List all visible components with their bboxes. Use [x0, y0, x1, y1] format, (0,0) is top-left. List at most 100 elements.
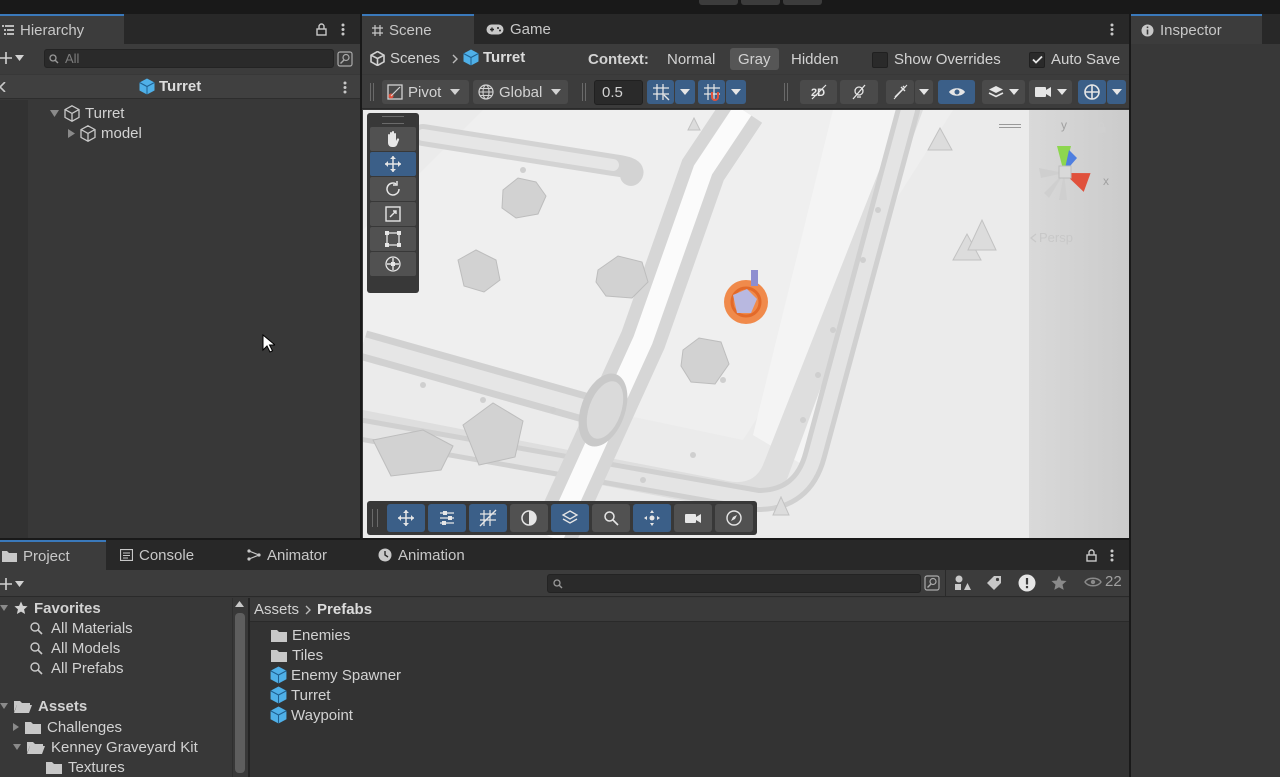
- hierarchy-search-field[interactable]: All: [44, 49, 334, 68]
- file-item-folder[interactable]: Enemies: [271, 625, 350, 645]
- overlay-shading-button[interactable]: [509, 504, 548, 532]
- filter-by-type-icon[interactable]: [954, 575, 971, 591]
- context-gray-button[interactable]: Gray: [730, 48, 779, 70]
- grid-snap-value-field[interactable]: 0.5: [594, 80, 643, 105]
- rect-tool-button[interactable]: [370, 227, 416, 251]
- pivot-dropdown[interactable]: Pivot: [382, 80, 469, 104]
- search-options-icon[interactable]: [924, 575, 940, 591]
- lock-icon[interactable]: [316, 23, 327, 36]
- tab-animator[interactable]: Animator: [237, 540, 337, 570]
- header-kebab-icon[interactable]: [343, 81, 347, 94]
- favorites-header[interactable]: Favorites: [0, 598, 101, 618]
- lock-icon[interactable]: [1086, 549, 1097, 562]
- scale-tool-button[interactable]: [370, 202, 416, 226]
- scene-viewport[interactable]: y x Persp: [363, 110, 1129, 538]
- step-button[interactable]: [783, 0, 822, 5]
- tree-item-model[interactable]: model: [68, 123, 142, 143]
- rotate-tool-button[interactable]: [370, 177, 416, 201]
- breadcrumb-turret[interactable]: Turret: [463, 49, 525, 66]
- gizmo-lock-icon[interactable]: [1097, 122, 1106, 133]
- breadcrumb-scenes[interactable]: Scenes: [370, 50, 440, 67]
- overlay-camera-button[interactable]: [673, 504, 712, 532]
- search-options-icon[interactable]: [337, 51, 353, 67]
- collapsed-arrow-icon[interactable]: [68, 128, 75, 138]
- grid-visibility-dropdown[interactable]: [675, 80, 695, 104]
- toggle-lighting-button[interactable]: [840, 80, 878, 104]
- toggle-audio-button[interactable]: [886, 80, 914, 104]
- overlay-compass-button[interactable]: [714, 504, 753, 532]
- folder-item-textures[interactable]: Textures: [46, 757, 125, 777]
- expanded-arrow-icon[interactable]: [0, 703, 8, 709]
- scene-visibility-button[interactable]: [938, 80, 975, 104]
- effects-dropdown[interactable]: [915, 80, 933, 104]
- show-overrides-checkbox[interactable]: [872, 51, 888, 68]
- project-search-field[interactable]: [547, 574, 921, 593]
- overlay-move-button[interactable]: [386, 504, 425, 532]
- favorite-item[interactable]: All Materials: [30, 618, 133, 638]
- tab-project[interactable]: Project: [0, 540, 106, 570]
- toolbar-grip[interactable]: [370, 83, 374, 101]
- persp-toggle[interactable]: Persp: [1029, 230, 1073, 245]
- tab-animation[interactable]: Animation: [368, 540, 475, 570]
- tab-hierarchy[interactable]: Hierarchy: [0, 14, 124, 44]
- file-item-folder[interactable]: Tiles: [271, 645, 323, 665]
- view-tool-button[interactable]: [370, 127, 416, 151]
- toggle-2d-button[interactable]: 2D: [800, 80, 837, 104]
- collapsed-arrow-icon[interactable]: [13, 723, 19, 731]
- expanded-arrow-icon[interactable]: [50, 109, 59, 117]
- warning-filter-icon[interactable]: [1018, 574, 1036, 592]
- file-item-prefab[interactable]: Waypoint: [270, 705, 353, 725]
- overlay-navigate-button[interactable]: [632, 504, 671, 532]
- scroll-up-arrow-icon[interactable]: [235, 601, 244, 607]
- folder-item-kenney[interactable]: Kenney Graveyard Kit: [13, 737, 198, 757]
- hidden-packages-button[interactable]: 22: [1084, 573, 1122, 590]
- overlay-align-button[interactable]: [427, 504, 466, 532]
- pause-button[interactable]: [741, 0, 780, 5]
- favorite-item[interactable]: All Models: [30, 638, 120, 658]
- star-icon[interactable]: [1051, 575, 1067, 591]
- snap-increment-button[interactable]: [698, 80, 725, 104]
- filter-by-label-icon[interactable]: [986, 575, 1002, 591]
- move-tool-button[interactable]: [370, 152, 416, 176]
- tab-game[interactable]: Game: [476, 14, 561, 44]
- back-arrow-icon[interactable]: [0, 82, 6, 92]
- camera-dropdown[interactable]: [1029, 80, 1072, 104]
- auto-save-toggle[interactable]: Auto Save: [1029, 51, 1120, 68]
- add-dropdown-button[interactable]: [0, 49, 30, 67]
- show-overrides-toggle[interactable]: Show Overrides: [872, 51, 1001, 68]
- file-item-prefab[interactable]: Enemy Spawner: [270, 665, 401, 685]
- global-dropdown[interactable]: Global: [473, 80, 568, 104]
- overlay-grip[interactable]: [382, 116, 404, 124]
- breadcrumb-assets[interactable]: Assets: [254, 601, 299, 618]
- toolbar-grip[interactable]: [784, 83, 788, 101]
- play-button[interactable]: [699, 0, 738, 5]
- auto-save-checkbox[interactable]: [1029, 51, 1045, 68]
- overlay-layers-button[interactable]: [550, 504, 589, 532]
- toolbar-grip[interactable]: [582, 83, 586, 101]
- kebab-menu-icon[interactable]: [341, 23, 345, 36]
- overlay-grid-off-button[interactable]: [468, 504, 507, 532]
- gizmo-grip[interactable]: [999, 124, 1021, 128]
- orientation-gizmo[interactable]: y x Persp: [999, 118, 1119, 248]
- tree-item-turret[interactable]: Turret: [50, 103, 124, 123]
- transform-tool-button[interactable]: [370, 252, 416, 276]
- tab-console[interactable]: Console: [110, 540, 204, 570]
- scrollbar-thumb[interactable]: [234, 613, 245, 773]
- file-item-prefab[interactable]: Turret: [270, 685, 330, 705]
- overlay-grip[interactable]: [372, 509, 378, 527]
- breadcrumb-prefabs[interactable]: Prefabs: [317, 601, 372, 618]
- overlay-search-button[interactable]: [591, 504, 630, 532]
- folder-tree-scrollbar[interactable]: [232, 598, 246, 777]
- snap-increment-dropdown[interactable]: [726, 80, 746, 104]
- tab-inspector[interactable]: Inspector: [1131, 14, 1262, 44]
- grid-visibility-button[interactable]: [647, 80, 674, 104]
- folder-item-challenges[interactable]: Challenges: [13, 717, 122, 737]
- context-hidden-button[interactable]: Hidden: [786, 48, 844, 70]
- expanded-arrow-icon[interactable]: [13, 744, 21, 750]
- tab-scene[interactable]: Scene: [362, 14, 474, 44]
- favorite-item[interactable]: All Prefabs: [30, 658, 124, 678]
- scene-kebab-icon[interactable]: [1110, 23, 1114, 36]
- kebab-menu-icon[interactable]: [1110, 549, 1114, 562]
- create-dropdown-button[interactable]: [0, 575, 30, 593]
- gizmos-button[interactable]: [1078, 80, 1106, 104]
